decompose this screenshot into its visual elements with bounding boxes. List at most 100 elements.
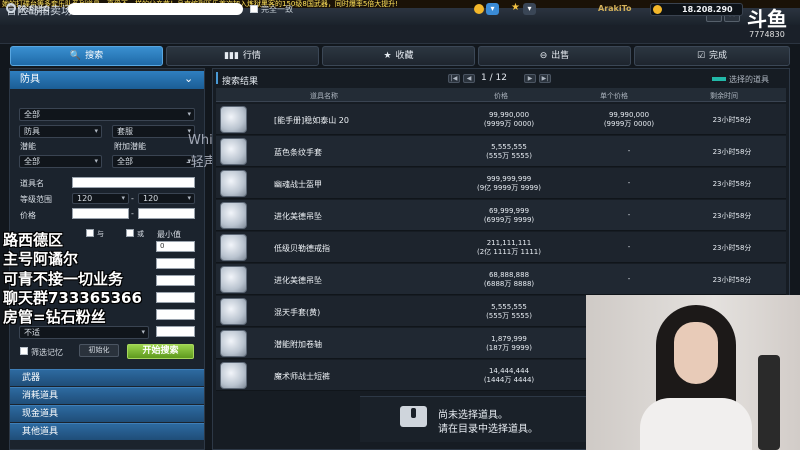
col-time-left[interactable]: 剩余时间 xyxy=(710,91,738,101)
overlay-line: 聊天群733365366 xyxy=(3,289,142,307)
tab-complete[interactable]: ☑ 完成 xyxy=(634,46,790,66)
category-cash[interactable]: 现金道具 xyxy=(10,405,204,422)
col-item-name[interactable]: 道具名称 xyxy=(310,91,338,101)
or-checkbox[interactable] xyxy=(126,229,134,237)
auction-window: 她的打碟台等多套乐队系列道具，享受不一样的父亲节！品克缤副砾乐首次加入炼狱黑客的… xyxy=(0,0,800,450)
category-weapon[interactable]: 武器 xyxy=(10,369,204,386)
prev-page-button[interactable]: ◀ xyxy=(463,74,475,83)
price-detail: (9999万 0000) xyxy=(483,120,535,128)
item-name-input[interactable] xyxy=(72,177,195,188)
table-row[interactable]: 进化美德吊坠 68,888,888 (6888万 8888) - 23小时58分 xyxy=(216,264,786,295)
tab-favorites[interactable]: ★ 收藏 xyxy=(322,46,475,66)
category-other[interactable]: 其他道具 xyxy=(10,423,204,440)
price-max-input[interactable] xyxy=(138,208,195,219)
tab-sell[interactable]: ⊖ 出售 xyxy=(478,46,631,66)
tab-search[interactable]: 🔍 搜索 xyxy=(10,46,163,66)
set-value: 套服 xyxy=(117,127,133,136)
subcategory-value: 全部 xyxy=(24,110,40,119)
table-row[interactable]: 进化美德吊坠 69,999,999 (6999万 9999) - 23小时58分 xyxy=(216,200,786,231)
item-price: 1,879,999 (187万 9999) xyxy=(454,335,564,353)
star-icon: ★ xyxy=(511,2,520,13)
item-time-left: 23小时58分 xyxy=(712,244,752,252)
category-header[interactable]: 防具 xyxy=(10,71,204,89)
extra-potential-select[interactable]: 全部 ▾ xyxy=(112,155,195,168)
type-select[interactable]: 防具 ▾ xyxy=(19,125,102,138)
item-price: 5,555,555 (555万 5555) xyxy=(454,303,564,321)
category-consumable[interactable]: 消耗道具 xyxy=(10,387,204,404)
table-row[interactable]: 蓝色条纹手套 5,555,555 (555万 5555) - 23小时58分 xyxy=(216,136,786,167)
item-name: 潜能附加卷轴 xyxy=(274,340,322,349)
search-icon xyxy=(6,3,16,13)
col-unit-price[interactable]: 单个价格 xyxy=(600,91,628,101)
item-icon xyxy=(220,170,247,197)
item-time-left: 23小时58分 xyxy=(712,276,752,284)
stat-min-input-6[interactable] xyxy=(156,326,195,337)
level-min-select[interactable]: 120 ▾ xyxy=(72,193,129,204)
chevron-down-icon: ▾ xyxy=(94,157,98,165)
favorite-dropdown[interactable]: ▾ xyxy=(523,3,536,15)
item-price: 69,999,999 (6999万 9999) xyxy=(454,207,564,225)
coin-icon xyxy=(474,4,484,14)
no-selection-hint: 请在目录中选择道具。 xyxy=(438,424,538,435)
level-max-select[interactable]: 120 ▾ xyxy=(138,193,195,204)
item-unit-price: - xyxy=(574,243,684,252)
quick-search-input[interactable] xyxy=(68,3,243,15)
meso-amount: 18.208.290 xyxy=(682,5,733,14)
currency-dropdown[interactable]: ▾ xyxy=(486,3,499,15)
item-name: 幽魂战士盔甲 xyxy=(274,180,322,189)
item-icon xyxy=(220,266,247,293)
price-value: 99,990,000 xyxy=(488,111,530,119)
unit-price-value: - xyxy=(627,275,631,283)
first-page-button[interactable]: |◀ xyxy=(448,74,460,83)
and-checkbox[interactable] xyxy=(86,229,94,237)
stat-min-input-4[interactable] xyxy=(156,292,195,303)
item-unit-price: - xyxy=(574,211,684,220)
tab-label: 行情 xyxy=(242,51,261,61)
item-time-left: 23小时58分 xyxy=(712,212,752,220)
item-price: 999,999,999 (9亿 9999万 9999) xyxy=(454,175,564,193)
set-select[interactable]: 套服 ▾ xyxy=(112,125,195,138)
stream-logo: 斗鱼 7774830 xyxy=(745,8,789,44)
price-label: 价格 xyxy=(20,211,36,220)
potential-select[interactable]: 全部 ▾ xyxy=(19,155,102,168)
level-max-value: 120 xyxy=(143,194,159,203)
price-value: 211,111,111 xyxy=(486,239,532,247)
quick-search-bar xyxy=(0,25,800,44)
tab-label: 收藏 xyxy=(395,51,414,61)
price-value: 69,999,999 xyxy=(488,207,530,215)
stat-min-input-1[interactable]: 0 xyxy=(156,241,195,252)
price-detail: (2亿 1111万 1111) xyxy=(477,248,541,256)
level-range-label: 等级范围 xyxy=(20,195,52,204)
unit-price-detail: (9999万 0000) xyxy=(603,120,655,128)
reset-button[interactable]: 初始化 xyxy=(79,344,119,357)
table-row[interactable]: 低级贝勒德戒指 211,111,111 (2亿 1111万 1111) - 23小… xyxy=(216,232,786,263)
price-min-input[interactable] xyxy=(72,208,129,219)
col-price[interactable]: 价格 xyxy=(494,91,508,101)
exact-match-checkbox[interactable] xyxy=(250,5,258,13)
stat-min-input-3[interactable] xyxy=(156,275,195,286)
chevron-down-icon: ▾ xyxy=(187,194,191,202)
price-detail: (555万 5555) xyxy=(486,312,532,320)
next-page-button[interactable]: ▶ xyxy=(524,74,536,83)
chevron-down-icon: ⌄ xyxy=(184,72,194,85)
last-page-button[interactable]: ▶| xyxy=(539,74,551,83)
option-select[interactable]: 不适 ▾ xyxy=(19,326,149,339)
min-value-label: 最小值 xyxy=(157,230,181,239)
table-row[interactable]: [能手册]稳如泰山 20 99,990,000 (9999万 0000) 99,9… xyxy=(216,104,786,135)
tab-label: 搜索 xyxy=(85,51,104,61)
stat-min-input-2[interactable] xyxy=(156,258,195,269)
item-name: 魔术师战士短裤 xyxy=(274,372,330,381)
price-detail: (6999万 9999) xyxy=(483,216,535,224)
magnifier-icon: 🔍 xyxy=(69,51,82,61)
item-icon xyxy=(220,202,247,229)
filter-memory-checkbox[interactable] xyxy=(20,347,28,355)
meso-coin-icon xyxy=(653,5,662,14)
tab-market[interactable]: ▮▮▮ 行情 xyxy=(166,46,319,66)
table-row[interactable]: 幽魂战士盔甲 999,999,999 (9亿 9999万 9999) - 23小时… xyxy=(216,168,786,199)
chevron-down-icon: ▾ xyxy=(141,328,145,336)
level-min-value: 120 xyxy=(77,194,93,203)
stat-min-input-5[interactable] xyxy=(156,309,195,320)
subcategory-select[interactable]: 全部 ▾ xyxy=(19,108,195,121)
unit-price-value: - xyxy=(627,211,631,219)
start-search-button[interactable]: 开始搜索 xyxy=(127,344,194,359)
